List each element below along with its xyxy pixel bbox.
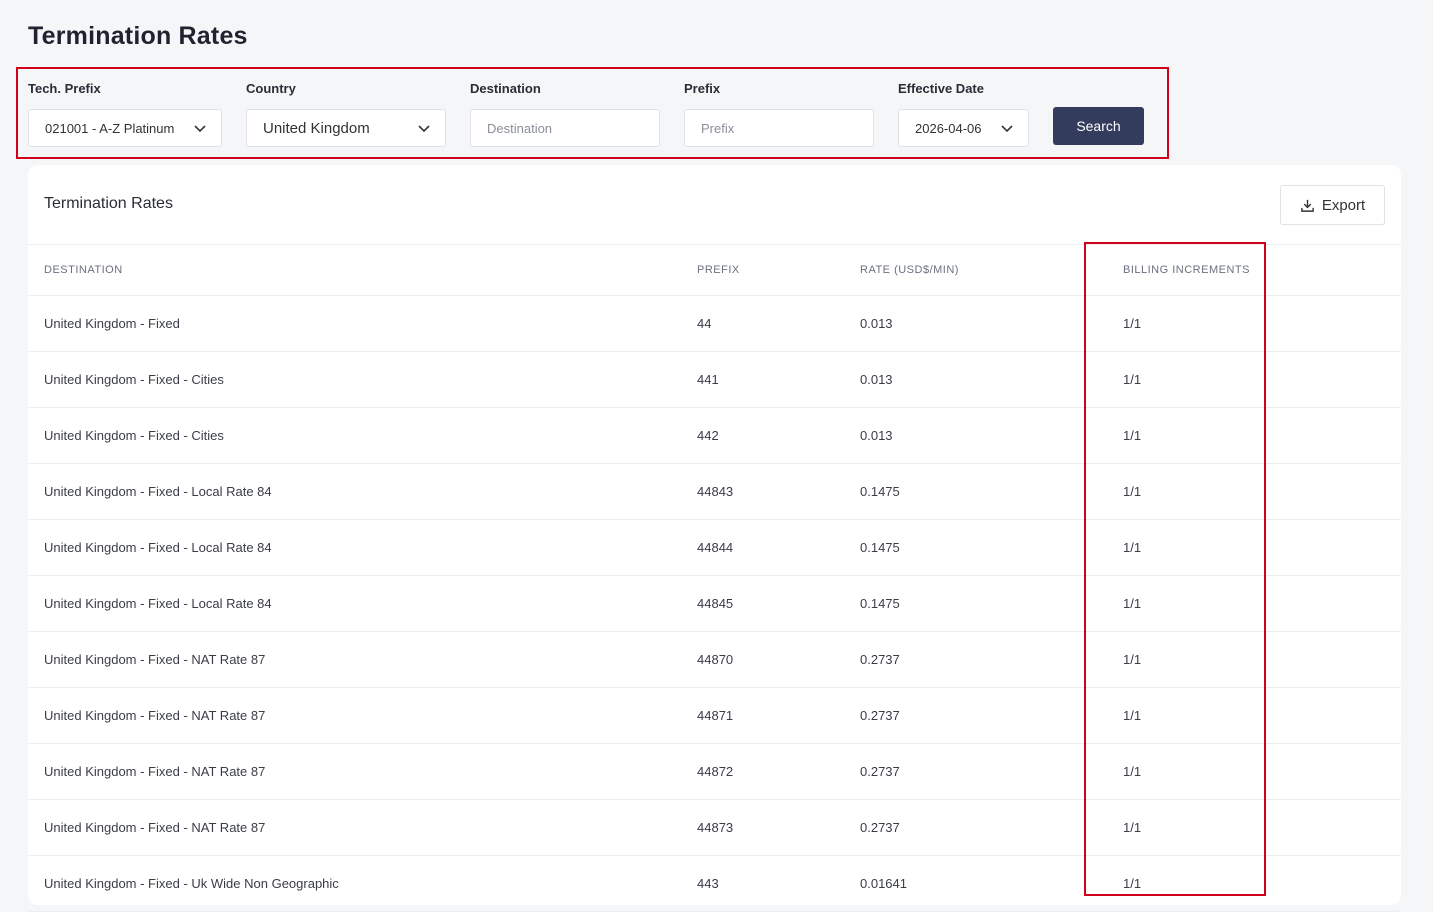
country-select[interactable]: United Kingdom	[246, 109, 446, 147]
cell-billing-increments: 1/1	[1107, 463, 1401, 520]
cell-billing-increments: 1/1	[1107, 351, 1401, 408]
cell-rate: 0.2737	[844, 799, 1107, 856]
table-row: United Kingdom - Fixed - NAT Rate 87 4487…	[28, 631, 1401, 688]
cell-billing-increments: 1/1	[1107, 295, 1401, 352]
cell-prefix: 44872	[681, 743, 844, 800]
cell-destination: United Kingdom - Fixed - NAT Rate 87	[28, 743, 681, 800]
cell-prefix: 442	[681, 407, 844, 464]
table-row: United Kingdom - Fixed - Local Rate 84 44…	[28, 519, 1401, 576]
cell-prefix: 44	[681, 295, 844, 352]
prefix-placeholder: Prefix	[701, 120, 735, 136]
tech-prefix-value: 021001 - A-Z Platinum	[45, 120, 175, 136]
tech-prefix-label: Tech. Prefix	[28, 81, 101, 96]
tech-prefix-field: Tech. Prefix 021001 - A-Z Platinum	[28, 81, 222, 147]
prefix-label: Prefix	[684, 81, 721, 96]
table-row: United Kingdom - Fixed - NAT Rate 87 4487…	[28, 743, 1401, 800]
rates-card: Termination Rates Export DESTINATION PRE…	[28, 165, 1401, 912]
destination-placeholder: Destination	[487, 120, 553, 136]
cell-rate: 0.2737	[844, 631, 1107, 688]
cell-prefix: 441	[681, 351, 844, 408]
cell-destination: United Kingdom - Fixed - NAT Rate 87	[28, 687, 681, 744]
filter-bar: Tech. Prefix 021001 - A-Z Platinum Count…	[16, 67, 1169, 159]
effective-date-value: 2026-04-06	[915, 120, 982, 136]
cell-rate: 0.013	[844, 295, 1107, 352]
cell-destination: United Kingdom - Fixed - Local Rate 84	[28, 575, 681, 632]
header-rate: RATE (USD$/MIN)	[844, 244, 1107, 296]
cell-destination: United Kingdom - Fixed - NAT Rate 87	[28, 799, 681, 856]
prefix-field: Prefix Prefix	[684, 81, 874, 147]
cell-prefix: 44873	[681, 799, 844, 856]
cell-billing-increments: 1/1	[1107, 799, 1401, 856]
cell-prefix: 44871	[681, 687, 844, 744]
header-billing-increments: BILLING INCREMENTS	[1107, 244, 1401, 296]
search-button[interactable]: Search	[1053, 107, 1144, 145]
cell-rate: 0.2737	[844, 743, 1107, 800]
export-label: Export	[1321, 196, 1366, 214]
table-row: United Kingdom - Fixed - Local Rate 84 44…	[28, 575, 1401, 632]
cell-rate: 0.1475	[844, 575, 1107, 632]
cell-prefix: 44870	[681, 631, 844, 688]
cell-billing-increments: 1/1	[1107, 519, 1401, 576]
chevron-down-icon	[418, 125, 430, 133]
cell-destination: United Kingdom - Fixed - Uk Wide Non Geo…	[28, 855, 681, 912]
tech-prefix-select[interactable]: 021001 - A-Z Platinum	[28, 109, 222, 147]
chevron-down-icon	[1001, 125, 1013, 133]
destination-label: Destination	[470, 81, 541, 96]
table-row: United Kingdom - Fixed - Uk Wide Non Geo…	[28, 855, 1401, 912]
table-row: United Kingdom - Fixed - Local Rate 84 44…	[28, 463, 1401, 520]
cell-rate: 0.1475	[844, 463, 1107, 520]
table-header-row: DESTINATION PREFIX RATE (USD$/MIN) BILLI…	[28, 244, 1401, 296]
header-prefix: PREFIX	[681, 244, 844, 296]
cell-destination: United Kingdom - Fixed - Cities	[28, 407, 681, 464]
country-field: Country United Kingdom	[246, 81, 446, 147]
effective-date-select[interactable]: 2026-04-06	[898, 109, 1029, 147]
cell-billing-increments: 1/1	[1107, 855, 1401, 912]
card-title: Termination Rates	[44, 195, 173, 212]
destination-input[interactable]: Destination	[470, 109, 660, 147]
cell-destination: United Kingdom - Fixed - Cities	[28, 351, 681, 408]
cell-destination: United Kingdom - Fixed - Local Rate 84	[28, 463, 681, 520]
cell-rate: 0.1475	[844, 519, 1107, 576]
rates-table: DESTINATION PREFIX RATE (USD$/MIN) BILLI…	[28, 244, 1401, 912]
cell-rate: 0.2737	[844, 687, 1107, 744]
cell-rate: 0.01641	[844, 855, 1107, 912]
cell-destination: United Kingdom - Fixed - Local Rate 84	[28, 519, 681, 576]
cell-prefix: 44843	[681, 463, 844, 520]
country-value: United Kingdom	[263, 119, 370, 137]
cell-billing-increments: 1/1	[1107, 631, 1401, 688]
cell-prefix: 443	[681, 855, 844, 912]
cell-prefix: 44844	[681, 519, 844, 576]
effective-date-label: Effective Date	[898, 81, 984, 96]
table-row: United Kingdom - Fixed - NAT Rate 87 4487…	[28, 799, 1401, 856]
cell-billing-increments: 1/1	[1107, 575, 1401, 632]
cell-rate: 0.013	[844, 407, 1107, 464]
cell-destination: United Kingdom - Fixed	[28, 295, 681, 352]
prefix-input[interactable]: Prefix	[684, 109, 874, 147]
cell-billing-increments: 1/1	[1107, 687, 1401, 744]
cell-destination: United Kingdom - Fixed - NAT Rate 87	[28, 631, 681, 688]
cell-prefix: 44845	[681, 575, 844, 632]
table-row: United Kingdom - Fixed - NAT Rate 87 4487…	[28, 687, 1401, 744]
table-row: United Kingdom - Fixed - Cities 441 0.013 1…	[28, 351, 1401, 408]
cell-billing-increments: 1/1	[1107, 407, 1401, 464]
destination-field: Destination Destination	[470, 81, 660, 147]
export-button[interactable]: Export	[1280, 185, 1385, 225]
chevron-down-icon	[194, 125, 206, 133]
header-destination: DESTINATION	[28, 244, 681, 296]
country-label: Country	[246, 81, 296, 96]
download-icon	[1300, 199, 1314, 212]
table-row: United Kingdom - Fixed - Cities 442 0.013 1…	[28, 407, 1401, 464]
cell-billing-increments: 1/1	[1107, 743, 1401, 800]
page-title: Termination Rates	[28, 22, 248, 50]
cell-rate: 0.013	[844, 351, 1107, 408]
table-row: United Kingdom - Fixed 44 0.013 1/1	[28, 295, 1401, 352]
effective-date-field: Effective Date 2026-04-06	[898, 81, 1029, 147]
